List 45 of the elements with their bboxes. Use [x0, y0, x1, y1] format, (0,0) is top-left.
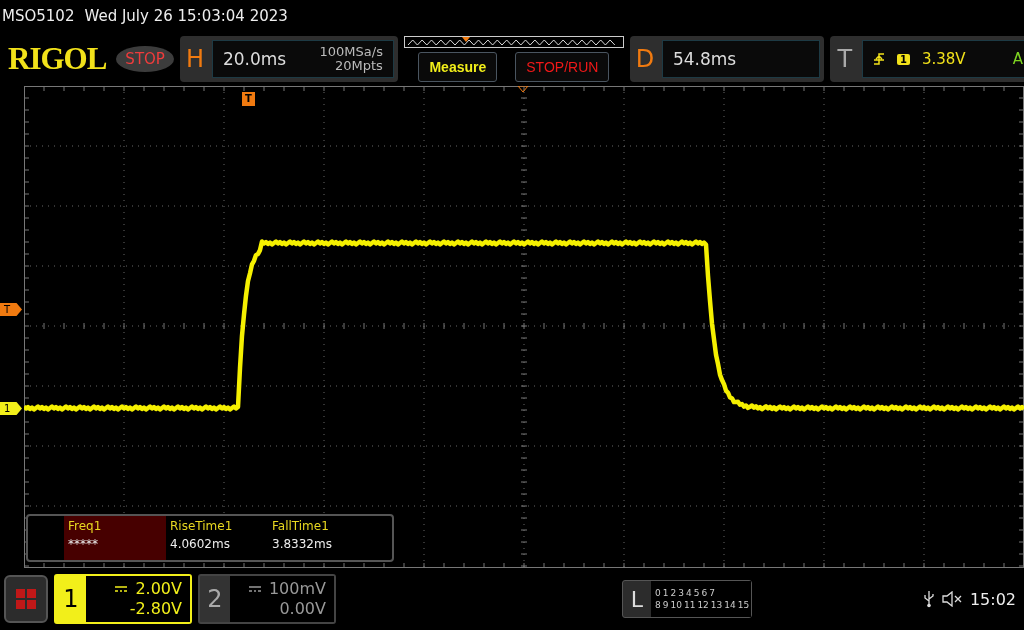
trigger-position-marker[interactable]: T [242, 92, 255, 106]
logic-channel-number: 9 [662, 600, 669, 610]
logic-panel[interactable]: L 0 1 2 3 4 5 6 7 8 9 10 11 12 13 14 15 [622, 580, 752, 618]
dc-coupling-icon [115, 586, 128, 592]
clock-time: 15:02 [969, 589, 1016, 609]
usb-icon [923, 590, 934, 608]
logic-channel-number: 7 [709, 588, 715, 598]
logic-channel-number: 0 [655, 588, 661, 598]
menu-button[interactable] [4, 575, 48, 623]
measurement-item[interactable]: RiseTime1 4.0602ms [166, 516, 268, 560]
channel-panel[interactable]: 2 100mV 0.00V [198, 574, 336, 624]
logic-channel-number: 2 [670, 588, 677, 598]
logic-channel-number: 10 [670, 600, 682, 610]
logic-channel-number: 3 [678, 588, 684, 598]
measurement-item[interactable]: FallTime1 3.8332ms [268, 516, 370, 560]
channel-panel[interactable]: 1 2.00V -2.80V [54, 574, 192, 624]
stop-run-button[interactable]: STOP/RUN [515, 52, 610, 82]
logic-channel-number: 5 [693, 588, 700, 598]
logic-channel-number: 15 [737, 600, 750, 610]
horizontal-panel[interactable]: H 20.0ms 100MSa/s 20Mpts [179, 36, 398, 82]
grid-squares-icon [16, 589, 36, 609]
logic-channel-number: 1 [662, 588, 669, 598]
logic-channel-number: 11 [683, 600, 696, 610]
logic-channel-number: 4 [685, 588, 692, 598]
measurement-item[interactable]: Freq1 ***** [64, 516, 166, 560]
dc-coupling-icon [248, 586, 261, 592]
trigger-level: 3.38V [921, 50, 966, 68]
date-time: Wed July 26 15:03:04 2023 [84, 7, 288, 25]
logic-channel-number: 8 [655, 600, 661, 610]
rising-edge-icon [872, 53, 885, 65]
channel-offset-marker[interactable]: 1 [0, 402, 22, 415]
trigger-mode: A [1012, 50, 1023, 68]
delay-panel[interactable]: D 54.8ms [629, 36, 824, 82]
logic-channel-number: 12 [697, 600, 709, 610]
trigger-panel[interactable]: T 1 3.38V A [829, 36, 1024, 82]
run-state-badge: STOP [116, 46, 174, 72]
trigger-level-marker[interactable]: T [0, 303, 22, 316]
measure-button[interactable]: Measure [418, 52, 498, 82]
source-badge: 1 [896, 53, 910, 65]
model-name: MSO5102 [2, 7, 75, 25]
logic-channel-number: 13 [710, 600, 723, 610]
brand-logo: RIGOL [8, 41, 107, 77]
logic-channel-number: 14 [724, 600, 736, 610]
logic-channel-number: 6 [701, 588, 708, 598]
speaker-muted-icon [941, 591, 962, 607]
